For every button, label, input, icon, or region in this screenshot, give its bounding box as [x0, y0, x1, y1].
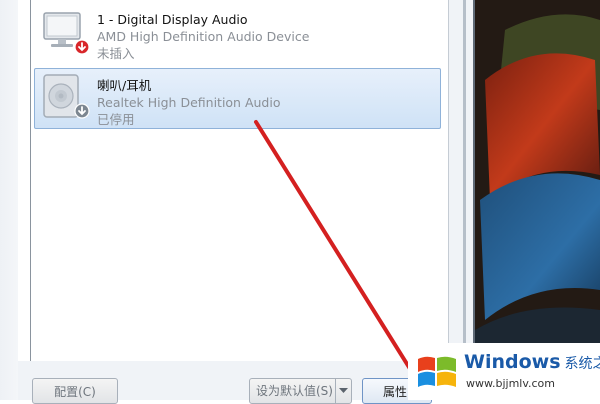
device-name: 喇叭/耳机 — [97, 78, 152, 93]
watermark-title-cn: 系统之家 — [564, 356, 600, 372]
watermark-title: Windows系统之家 — [464, 351, 600, 373]
set-default-label: 设为默认值(S) — [256, 384, 333, 398]
device-name: 1 - Digital Display Audio — [97, 12, 248, 27]
device-description: Realtek High Definition Audio — [97, 95, 281, 110]
dialog-button-bar: 配置(C) 设为默认值(S) 属性 — [18, 361, 473, 404]
desktop-wallpaper — [475, 0, 600, 400]
playback-device-list[interactable]: 1 - Digital Display Audio AMD High Defin… — [30, 0, 450, 362]
watermark-url: www.bjjmlv.com — [466, 377, 555, 390]
device-status: 已停用 — [97, 112, 135, 127]
watermark-title-en: Windows — [464, 351, 561, 373]
gray-down-arrow-badge — [74, 103, 90, 119]
device-description: AMD High Definition Audio Device — [97, 29, 310, 44]
windows-logo-icon — [416, 353, 458, 395]
speaker-icon — [38, 71, 90, 119]
set-default-button[interactable]: 设为默认值(S) — [249, 378, 352, 404]
dialog-left-edge — [0, 0, 18, 400]
red-down-arrow-badge — [74, 39, 90, 55]
device-row-digital-display-audio[interactable]: 1 - Digital Display Audio AMD High Defin… — [34, 2, 441, 63]
configure-button[interactable]: 配置(C) — [32, 378, 118, 404]
watermark: Windows系统之家 www.bjjmlv.com — [408, 343, 600, 400]
device-row-speakers-headphones[interactable]: 喇叭/耳机 Realtek High Definition Audio 已停用 — [34, 68, 441, 129]
dialog-right-edge — [448, 0, 474, 361]
chevron-down-icon[interactable] — [335, 379, 351, 403]
monitor-icon — [38, 5, 90, 55]
device-status: 未插入 — [97, 46, 135, 61]
